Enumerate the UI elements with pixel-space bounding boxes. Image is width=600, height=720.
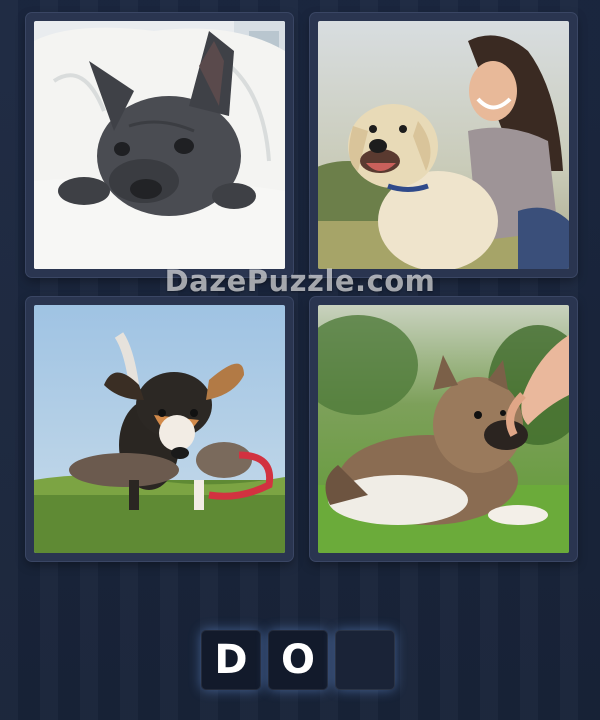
answer-slot-1[interactable]: D [201,630,261,690]
clue-image-1[interactable] [26,13,293,277]
bulldog-photo [34,21,285,269]
answer-slots: D O [201,630,395,690]
terrier-toy-photo [34,305,285,553]
clue-image-2[interactable] [310,13,577,277]
answer-slot-2[interactable]: O [268,630,328,690]
answer-slot-3[interactable] [335,630,395,690]
clue-image-4[interactable] [310,297,577,561]
watermark-text: DazePuzzle.com [164,264,436,298]
clue-image-3[interactable] [26,297,293,561]
puppy-grass-photo [318,305,569,553]
woman-labrador-photo [318,21,569,269]
